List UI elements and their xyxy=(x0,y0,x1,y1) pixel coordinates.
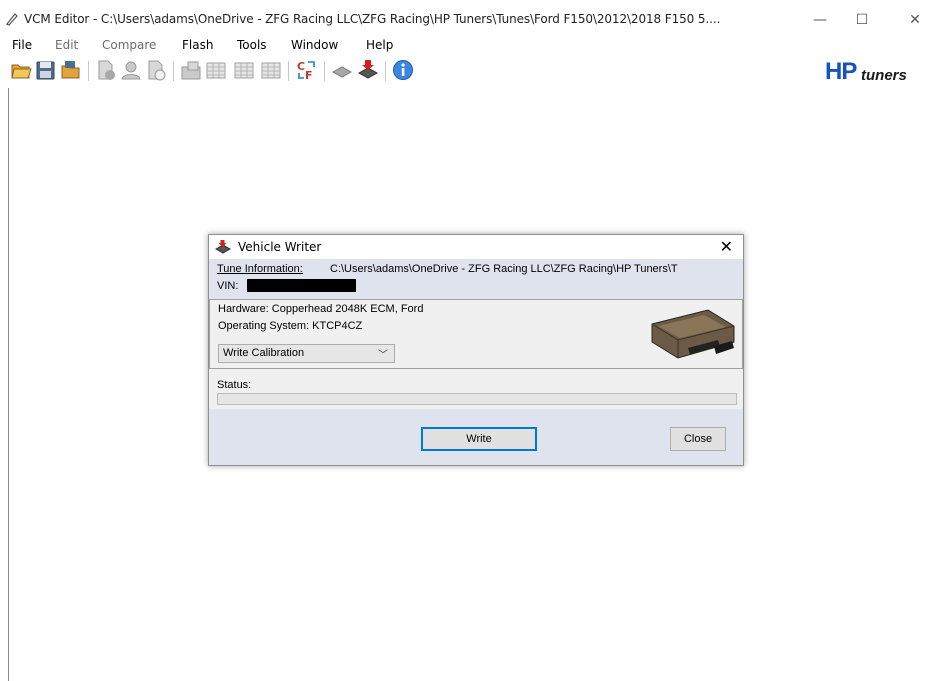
write-progress-bar xyxy=(217,393,737,405)
vin-label: VIN: xyxy=(217,280,239,292)
tune-info-path: C:\Users\adams\OneDrive - ZFG Racing LLC… xyxy=(330,263,678,275)
toolbar-separator xyxy=(173,61,174,81)
save-as-icon[interactable] xyxy=(60,59,82,81)
user-icon[interactable] xyxy=(120,59,142,81)
save-icon[interactable] xyxy=(35,59,57,81)
table-2-icon[interactable] xyxy=(233,59,255,81)
logo-hp: HP xyxy=(825,58,857,85)
menu-bar: File Edit Compare Flash Tools Window Hel… xyxy=(0,36,937,56)
app-icon xyxy=(6,13,18,26)
write-button[interactable]: Write xyxy=(421,427,537,451)
operating-system-text: Operating System: KTCP4CZ xyxy=(218,320,363,332)
title-bar: VCM Editor - C:\Users\adams\OneDrive - Z… xyxy=(0,0,937,36)
table-icon[interactable] xyxy=(205,59,227,81)
logo-tuners: tuners xyxy=(861,67,907,84)
info-icon[interactable] xyxy=(392,59,414,81)
toolbar-separator xyxy=(288,61,289,81)
file-compare-icon[interactable] xyxy=(145,59,167,81)
hardware-panel: Hardware: Copperhead 2048K ECM, Ford Ope… xyxy=(209,299,743,369)
window-title: VCM Editor - C:\Users\adams\OneDrive - Z… xyxy=(24,12,721,26)
tune-info-label: Tune Information: xyxy=(217,263,303,275)
open-folder-icon[interactable] xyxy=(10,59,32,81)
file-info-icon[interactable] xyxy=(95,59,117,81)
dialog-footer: Write Close xyxy=(209,409,743,465)
write-mode-dropdown[interactable]: Write Calibration ﹀ xyxy=(218,344,395,363)
close-window-button[interactable]: ✕ xyxy=(893,8,937,32)
menu-help[interactable]: Help xyxy=(366,38,393,52)
hp-tuners-logo: HP tuners xyxy=(825,58,929,85)
read-vehicle-icon[interactable] xyxy=(331,59,353,81)
swap-icon[interactable]: C F xyxy=(296,59,318,81)
svg-text:F: F xyxy=(305,69,313,81)
toolbar-separator xyxy=(324,61,325,81)
write-vehicle-icon[interactable] xyxy=(357,59,379,81)
table-3-icon[interactable] xyxy=(260,59,282,81)
menu-flash[interactable]: Flash xyxy=(182,38,213,52)
toolbar-separator xyxy=(385,61,386,81)
vehicle-writer-dialog: Vehicle Writer ✕ Tune Information: C:\Us… xyxy=(208,234,744,466)
ecm-module-image xyxy=(651,309,735,359)
menu-window[interactable]: Window xyxy=(291,38,338,52)
write-vehicle-icon xyxy=(215,240,231,254)
menu-edit[interactable]: Edit xyxy=(55,38,78,52)
menu-file[interactable]: File xyxy=(12,38,32,52)
toolbar: C F HP tuners xyxy=(0,56,937,86)
dialog-title: Vehicle Writer xyxy=(238,240,322,254)
toolbar-separator xyxy=(88,61,89,81)
maximize-button[interactable]: ☐ xyxy=(840,8,884,32)
write-mode-value: Write Calibration xyxy=(223,347,305,359)
menu-compare[interactable]: Compare xyxy=(102,38,156,52)
dialog-close-button[interactable]: ✕ xyxy=(720,237,733,256)
close-button[interactable]: Close xyxy=(670,427,726,451)
svg-text:C: C xyxy=(297,60,305,73)
import-icon[interactable] xyxy=(180,59,202,81)
vin-value-redacted xyxy=(247,279,356,292)
hardware-text: Hardware: Copperhead 2048K ECM, Ford xyxy=(218,303,424,315)
status-label: Status: xyxy=(217,379,252,391)
menu-tools[interactable]: Tools xyxy=(237,38,267,52)
dialog-title-bar: Vehicle Writer ✕ xyxy=(209,235,743,259)
tune-info-panel: Tune Information: C:\Users\adams\OneDriv… xyxy=(209,259,743,299)
vcm-editor-window: VCM Editor - C:\Users\adams\OneDrive - Z… xyxy=(0,0,937,681)
chevron-down-icon: ﹀ xyxy=(378,350,388,361)
minimize-button[interactable]: — xyxy=(798,8,842,32)
